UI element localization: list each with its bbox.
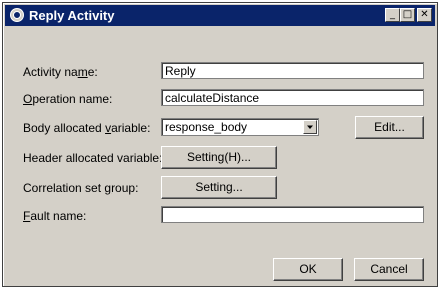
ok-button[interactable]: OK (273, 258, 343, 281)
window-title: Reply Activity (29, 8, 115, 23)
correlation-set-group-label: Correlation set group: (23, 181, 139, 195)
cancel-button[interactable]: Cancel (354, 258, 424, 281)
header-variable-label: Header allocated variable: (23, 151, 163, 165)
fault-name-input[interactable] (161, 206, 424, 223)
minimize-button[interactable]: _ (385, 8, 400, 22)
header-setting-button[interactable]: Setting(H)... (161, 146, 277, 169)
body-variable-label: Body allocated variable: (23, 121, 151, 135)
operation-name-input[interactable]: calculateDistance (161, 89, 424, 106)
body-variable-select[interactable]: response_body (161, 118, 319, 136)
close-icon: ✕ (420, 9, 429, 20)
chevron-down-icon (307, 125, 313, 129)
minimize-icon: _ (390, 9, 395, 20)
title-bar[interactable]: Reply Activity _ □ ✕ (5, 5, 435, 26)
activity-name-label: Activity name: (23, 65, 98, 79)
close-button[interactable]: ✕ (417, 8, 432, 22)
operation-name-label: Operation name: (23, 92, 113, 106)
dropdown-button[interactable] (303, 120, 317, 134)
gear-icon (10, 8, 24, 22)
body-variable-value: response_body (165, 120, 248, 134)
fault-name-label: Fault name: (23, 209, 87, 223)
correlation-setting-button[interactable]: Setting... (161, 176, 277, 199)
maximize-button[interactable]: □ (400, 8, 415, 22)
activity-name-input[interactable]: Reply (161, 62, 424, 79)
edit-button[interactable]: Edit... (355, 116, 424, 139)
maximize-icon: □ (402, 9, 413, 20)
reply-activity-dialog: Reply Activity _ □ ✕ Activity name: Repl… (2, 2, 438, 287)
